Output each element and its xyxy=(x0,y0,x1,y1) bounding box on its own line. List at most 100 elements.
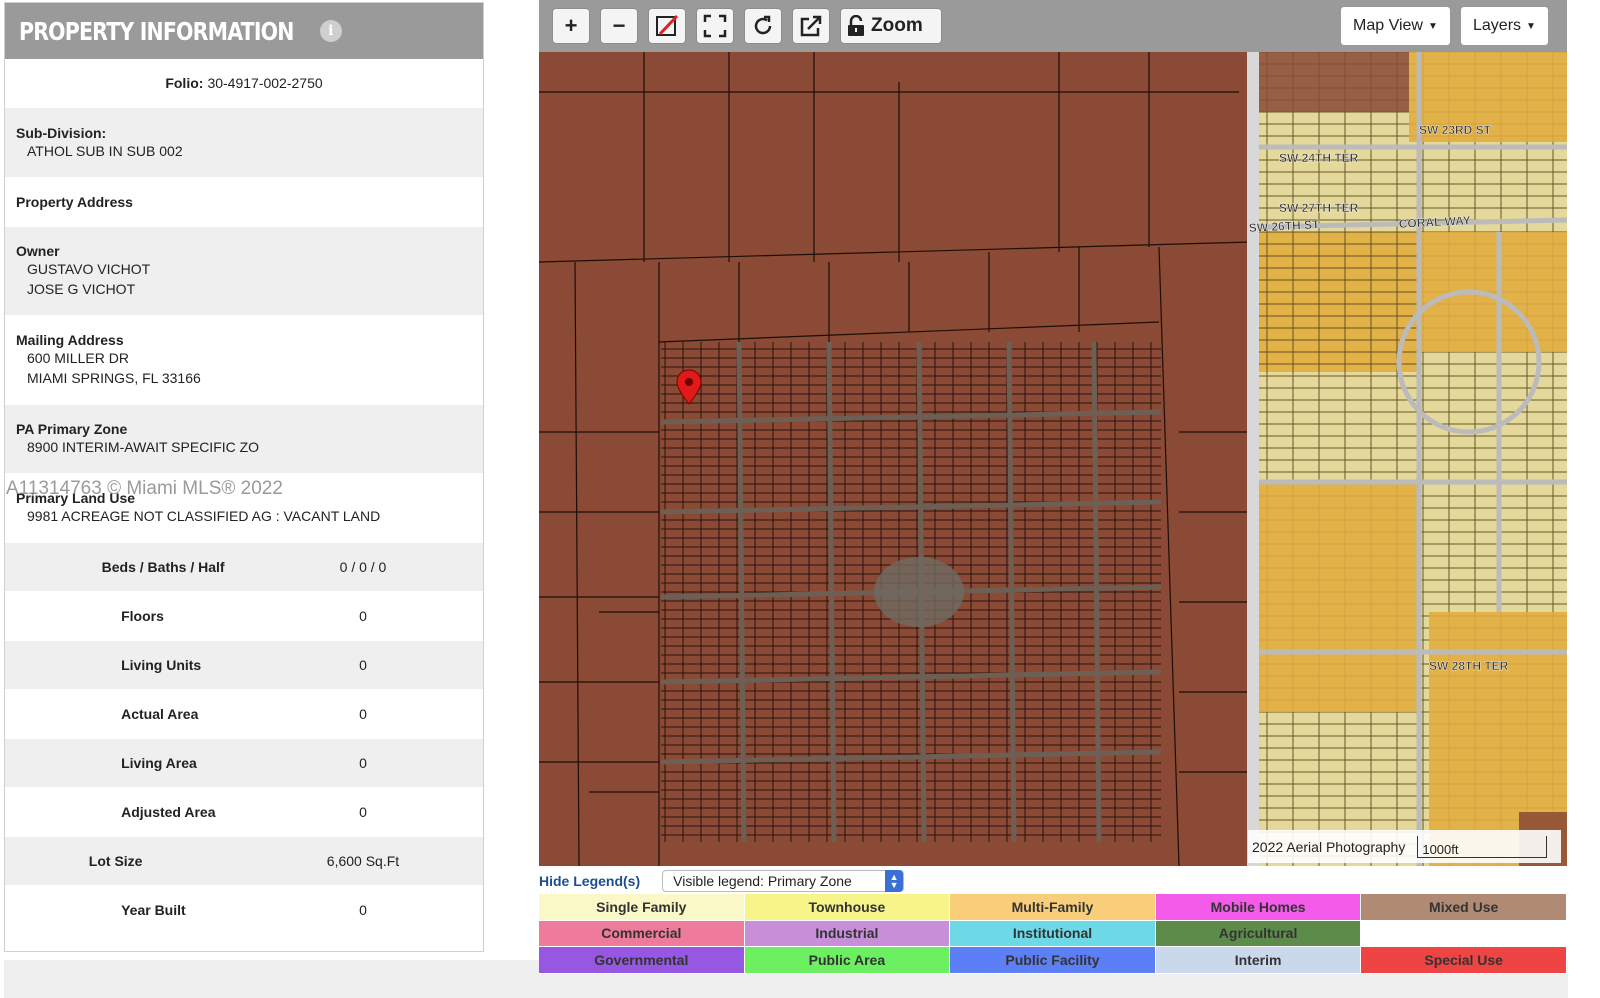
panel-header: PROPERTY INFORMATION i xyxy=(5,3,483,59)
subdivision-value: ATHOL SUB IN SUB 002 xyxy=(27,142,183,159)
expand-icon xyxy=(703,14,727,38)
detail-row: Lot Size 6,600 Sq.Ft xyxy=(5,837,483,886)
legend-select-value: Visible legend: Primary Zone xyxy=(673,873,852,889)
legend-item: Townhouse xyxy=(744,894,951,921)
detail-label: Adjusted Area xyxy=(121,804,216,820)
draw-select-button[interactable] xyxy=(648,8,686,44)
street-label: SW 27TH TER xyxy=(1279,201,1359,215)
detail-row: Year Built 0 xyxy=(5,886,483,935)
detail-value: 0 xyxy=(359,657,367,673)
legend-item: Mixed Use xyxy=(1361,894,1567,921)
panel-title: PROPERTY INFORMATION xyxy=(19,16,294,46)
mailing-address-label: Mailing Address xyxy=(16,332,124,348)
caret-down-icon: ▼ xyxy=(1427,20,1438,32)
aerial-label: 2022 Aerial Photography xyxy=(1252,838,1406,855)
detail-row: Living Units 0 xyxy=(5,641,483,690)
folio-row: Folio: 30-4917-002-2750 xyxy=(5,59,483,108)
layers-dropdown[interactable]: Layers ▼ xyxy=(1460,6,1549,46)
scale-bar: 1000ft xyxy=(1417,835,1548,858)
owner-name-2: JOSE G VICHOT xyxy=(27,281,136,297)
detail-row: Floors 0 xyxy=(5,592,483,641)
detail-label: Lot Size xyxy=(88,853,143,869)
detail-label: Actual Area xyxy=(121,706,199,722)
pencil-square-icon xyxy=(656,14,679,36)
legend-item: Institutional xyxy=(950,920,1156,947)
primary-zone-row: PA Primary Zone 8900 INTERIM-AWAIT SPECI… xyxy=(5,405,483,474)
detail-value: 0 / 0 / 0 xyxy=(339,559,387,575)
street-label: SW 28TH TER xyxy=(1429,659,1509,673)
legend-item: Single Family xyxy=(539,894,745,921)
property-address-row: Property Address xyxy=(5,178,483,227)
map-toolbar: + − Zoom Map View ▼ Layers ▼ xyxy=(539,0,1567,52)
primary-zone-label: PA Primary Zone xyxy=(16,421,128,437)
legend-item: Agricultural xyxy=(1155,920,1362,947)
detail-value: 0 xyxy=(359,706,367,722)
land-use-value: 9981 ACREAGE NOT CLASSIFIED AG : VACANT … xyxy=(27,508,381,524)
mailing-line-2: MIAMI SPRINGS, FL 33166 xyxy=(27,370,201,386)
legend-item: Governmental xyxy=(539,947,745,974)
street-label: SW 24TH TER xyxy=(1279,151,1359,165)
detail-row: Beds / Baths / Half 0 / 0 / 0 xyxy=(5,543,483,592)
folio-value: 30-4917-002-2750 xyxy=(207,75,323,91)
legend-item xyxy=(1361,920,1567,947)
rotate-icon xyxy=(754,15,772,35)
legend-item: Interim xyxy=(1155,947,1362,974)
detail-label: Year Built xyxy=(121,902,186,918)
select-arrows-icon: ▲ ▼ xyxy=(885,870,904,892)
mailing-address-row: Mailing Address 600 MILLER DR MIAMI SPRI… xyxy=(5,316,483,405)
zoom-out-button[interactable]: − xyxy=(600,8,638,44)
primary-zone-value: 8900 INTERIM-AWAIT SPECIFIC ZO xyxy=(27,439,260,455)
mailing-line-1: 600 MILLER DR xyxy=(27,350,129,366)
legend-item: Commercial xyxy=(539,920,745,947)
legend-item: Public Area xyxy=(744,947,951,974)
owner-row: Owner GUSTAVO VICHOT JOSE G VICHOT xyxy=(5,227,483,316)
highway xyxy=(1247,52,1259,866)
legend-select[interactable]: Visible legend: Primary Zone ▲ ▼ xyxy=(662,870,905,892)
zoom-in-button[interactable]: + xyxy=(552,8,590,44)
info-icon[interactable]: i xyxy=(319,20,342,42)
legend-item: Mobile Homes xyxy=(1155,894,1362,921)
detail-value: 0 xyxy=(359,608,367,624)
subdivision-row: Sub-Division: ATHOL SUB IN SUB 002 xyxy=(5,108,483,178)
detail-value: 6,600 Sq.Ft xyxy=(326,853,400,869)
folio-label: Folio: xyxy=(165,75,204,91)
share-external-icon xyxy=(800,15,822,37)
map-view-label: Map View xyxy=(1353,17,1423,34)
full-extent-button[interactable] xyxy=(696,8,734,44)
clearing xyxy=(874,557,964,627)
parcel-map[interactable]: SW 26TH ST CORAL WAY SW 23RD ST SW 24TH … xyxy=(539,52,1567,866)
detail-value: 0 xyxy=(359,902,367,918)
detail-row: Adjusted Area 0 xyxy=(5,788,483,837)
land-use-label: Primary Land Use xyxy=(16,490,136,506)
scale-label: 1000ft xyxy=(1422,841,1459,857)
map-viewer[interactable]: + − Zoom Map View ▼ Layers ▼ SW 26TH ST … xyxy=(539,0,1567,866)
detail-label: Beds / Baths / Half xyxy=(101,559,225,575)
detail-row: Actual Area 0 xyxy=(5,690,483,739)
property-info-panel: PROPERTY INFORMATION i Folio: 30-4917-00… xyxy=(4,2,484,952)
caret-down-icon: ▼ xyxy=(1526,20,1536,32)
property-address-label: Property Address xyxy=(16,194,133,210)
detail-label: Floors xyxy=(121,608,164,624)
street-label: SW 23RD ST xyxy=(1419,123,1492,137)
legend-bar: Hide Legend(s) Visible legend: Primary Z… xyxy=(539,868,1567,894)
subdivision-label: Sub-Division: xyxy=(16,124,107,141)
share-button[interactable] xyxy=(792,8,830,44)
commercial-lots xyxy=(1259,232,1419,372)
layers-label: Layers xyxy=(1473,17,1522,34)
detail-row: Living Area 0 xyxy=(5,739,483,788)
owner-label: Owner xyxy=(16,243,60,259)
unlock-icon xyxy=(848,15,864,36)
legend-grid: Single Family Townhouse Multi-Family Mobile… xyxy=(539,894,1567,974)
scale-box: 2022 Aerial Photography 1000ft xyxy=(1248,830,1561,863)
owner-name-1: GUSTAVO VICHOT xyxy=(27,261,151,277)
map-view-dropdown[interactable]: Map View ▼ xyxy=(1340,6,1451,46)
zoom-lock-button[interactable]: Zoom xyxy=(840,8,942,44)
hide-legend-link[interactable]: Hide Legend(s) xyxy=(539,873,640,889)
detail-value: 0 xyxy=(359,755,367,771)
refresh-button[interactable] xyxy=(744,8,782,44)
legend-item: Public Facility xyxy=(950,947,1156,974)
detail-value: 0 xyxy=(359,804,367,820)
legend-item: Multi-Family xyxy=(950,894,1156,921)
detail-label: Living Area xyxy=(121,755,197,771)
zoom-label: Zoom xyxy=(871,15,923,36)
